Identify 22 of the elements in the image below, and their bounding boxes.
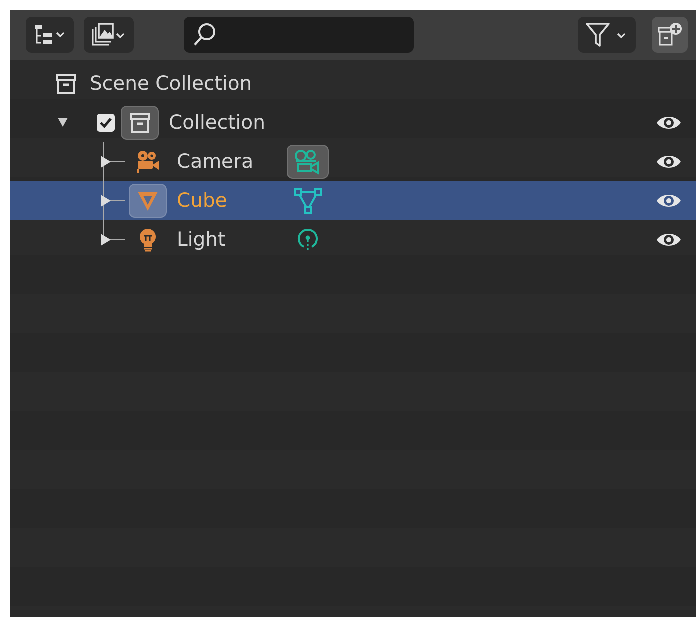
collection-label[interactable]: Collection bbox=[169, 111, 266, 134]
image-stack-icon bbox=[91, 23, 127, 47]
collection-box-icon bbox=[54, 72, 78, 96]
object-label[interactable]: Cube bbox=[177, 189, 287, 212]
tree-list-icon bbox=[33, 24, 67, 46]
selected-row-highlight[interactable]: Cube bbox=[10, 181, 696, 220]
scene-collection-label[interactable]: Scene Collection bbox=[90, 72, 252, 95]
object-label[interactable]: Light bbox=[177, 228, 287, 251]
expand-arrow-icon[interactable] bbox=[58, 118, 68, 127]
search-icon bbox=[192, 22, 218, 48]
object-label[interactable]: Camera bbox=[177, 150, 287, 173]
search-field[interactable] bbox=[184, 17, 414, 53]
view-layer-button[interactable] bbox=[84, 17, 134, 53]
tree-line bbox=[103, 181, 125, 220]
checkbox[interactable] bbox=[97, 114, 115, 132]
new-collection-icon bbox=[657, 22, 683, 48]
collection-box-icon[interactable] bbox=[121, 106, 159, 140]
filter-button[interactable] bbox=[578, 17, 636, 53]
display-mode-button[interactable] bbox=[26, 17, 74, 53]
camera-data-icon[interactable] bbox=[287, 144, 329, 178]
new-collection-button[interactable] bbox=[652, 17, 688, 53]
tree-line bbox=[103, 142, 125, 181]
